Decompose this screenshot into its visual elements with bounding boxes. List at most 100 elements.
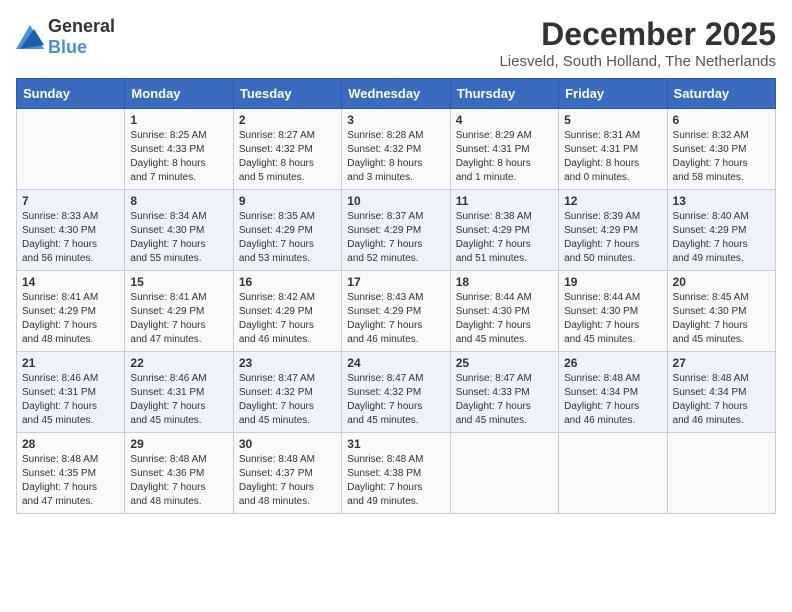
calendar-cell	[450, 433, 558, 514]
day-info: Sunrise: 8:35 AM Sunset: 4:29 PM Dayligh…	[239, 210, 336, 266]
day-number: 6	[673, 113, 770, 127]
day-info: Sunrise: 8:48 AM Sunset: 4:36 PM Dayligh…	[130, 453, 227, 509]
day-number: 25	[456, 356, 553, 370]
day-info: Sunrise: 8:44 AM Sunset: 4:30 PM Dayligh…	[564, 291, 661, 347]
day-number: 7	[22, 194, 119, 208]
calendar-cell: 8 Sunrise: 8:34 AM Sunset: 4:30 PM Daylig…	[125, 190, 233, 271]
calendar-cell: 13 Sunrise: 8:40 AM Sunset: 4:29 PM Dayli…	[667, 190, 775, 271]
calendar-cell: 10 Sunrise: 8:37 AM Sunset: 4:29 PM Dayli…	[342, 190, 450, 271]
calendar-cell: 1 Sunrise: 8:25 AM Sunset: 4:33 PM Daylig…	[125, 109, 233, 190]
day-info: Sunrise: 8:45 AM Sunset: 4:30 PM Dayligh…	[673, 291, 770, 347]
calendar-cell: 14 Sunrise: 8:41 AM Sunset: 4:29 PM Dayli…	[17, 271, 125, 352]
calendar-cell	[17, 109, 125, 190]
header-wednesday: Wednesday	[342, 79, 450, 109]
calendar-cell: 28Sunrise: 8:48 AM Sunset: 4:35 PM Dayli…	[17, 433, 125, 514]
calendar-cell: 5Sunrise: 8:31 AM Sunset: 4:31 PM Daylig…	[559, 109, 667, 190]
calendar-cell	[667, 433, 775, 514]
day-info: Sunrise: 8:25 AM Sunset: 4:33 PM Dayligh…	[130, 129, 227, 185]
calendar-cell: 11 Sunrise: 8:38 AM Sunset: 4:29 PM Dayli…	[450, 190, 558, 271]
day-info: Sunrise: 8:31 AM Sunset: 4:31 PM Dayligh…	[564, 129, 661, 185]
day-number: 29	[130, 437, 227, 451]
header-tuesday: Tuesday	[233, 79, 341, 109]
day-number: 18	[456, 275, 553, 289]
calendar-cell: 24Sunrise: 8:47 AM Sunset: 4:32 PM Dayli…	[342, 352, 450, 433]
calendar-cell: 7 Sunrise: 8:33 AM Sunset: 4:30 PM Daylig…	[17, 190, 125, 271]
calendar-cell: 4 Sunrise: 8:29 AM Sunset: 4:31 PM Daylig…	[450, 109, 558, 190]
day-info: Sunrise: 8:48 AM Sunset: 4:34 PM Dayligh…	[673, 372, 770, 428]
title-area: December 2025 Liesveld, South Holland, T…	[499, 16, 776, 70]
day-info: Sunrise: 8:48 AM Sunset: 4:35 PM Dayligh…	[22, 453, 119, 509]
location-title: Liesveld, South Holland, The Netherlands	[499, 53, 776, 70]
day-number: 19	[564, 275, 661, 289]
header-monday: Monday	[125, 79, 233, 109]
day-info: Sunrise: 8:48 AM Sunset: 4:34 PM Dayligh…	[564, 372, 661, 428]
calendar-cell: 20 Sunrise: 8:45 AM Sunset: 4:30 PM Dayli…	[667, 271, 775, 352]
day-info: Sunrise: 8:43 AM Sunset: 4:29 PM Dayligh…	[347, 291, 444, 347]
day-number: 27	[673, 356, 770, 370]
day-number: 14	[22, 275, 119, 289]
header-sunday: Sunday	[17, 79, 125, 109]
week-row-3: 14 Sunrise: 8:41 AM Sunset: 4:29 PM Dayli…	[17, 271, 776, 352]
day-number: 15	[130, 275, 227, 289]
day-number: 23	[239, 356, 336, 370]
logo-icon	[16, 25, 44, 49]
day-number: 22	[130, 356, 227, 370]
day-info: Sunrise: 8:38 AM Sunset: 4:29 PM Dayligh…	[456, 210, 553, 266]
day-info: Sunrise: 8:42 AM Sunset: 4:29 PM Dayligh…	[239, 291, 336, 347]
header: General Blue December 2025 Liesveld, Sou…	[16, 16, 776, 70]
day-number: 20	[673, 275, 770, 289]
calendar-cell: 19 Sunrise: 8:44 AM Sunset: 4:30 PM Dayli…	[559, 271, 667, 352]
day-number: 1	[130, 113, 227, 127]
day-number: 24	[347, 356, 444, 370]
calendar-cell: 21Sunrise: 8:46 AM Sunset: 4:31 PM Dayli…	[17, 352, 125, 433]
day-info: Sunrise: 8:44 AM Sunset: 4:30 PM Dayligh…	[456, 291, 553, 347]
calendar-header-row: SundayMondayTuesdayWednesdayThursdayFrid…	[17, 79, 776, 109]
day-info: Sunrise: 8:33 AM Sunset: 4:30 PM Dayligh…	[22, 210, 119, 266]
day-number: 31	[347, 437, 444, 451]
calendar-cell: 6 Sunrise: 8:32 AM Sunset: 4:30 PM Daylig…	[667, 109, 775, 190]
day-number: 2	[239, 113, 336, 127]
day-info: Sunrise: 8:27 AM Sunset: 4:32 PM Dayligh…	[239, 129, 336, 185]
week-row-4: 21Sunrise: 8:46 AM Sunset: 4:31 PM Dayli…	[17, 352, 776, 433]
day-number: 17	[347, 275, 444, 289]
week-row-5: 28Sunrise: 8:48 AM Sunset: 4:35 PM Dayli…	[17, 433, 776, 514]
header-saturday: Saturday	[667, 79, 775, 109]
month-title: December 2025	[499, 16, 776, 53]
day-info: Sunrise: 8:32 AM Sunset: 4:30 PM Dayligh…	[673, 129, 770, 185]
day-info: Sunrise: 8:28 AM Sunset: 4:32 PM Dayligh…	[347, 129, 444, 185]
calendar-cell: 30Sunrise: 8:48 AM Sunset: 4:37 PM Dayli…	[233, 433, 341, 514]
day-info: Sunrise: 8:34 AM Sunset: 4:30 PM Dayligh…	[130, 210, 227, 266]
calendar-table: SundayMondayTuesdayWednesdayThursdayFrid…	[16, 78, 776, 514]
logo-general: General	[48, 16, 115, 36]
header-friday: Friday	[559, 79, 667, 109]
day-number: 11	[456, 194, 553, 208]
day-number: 10	[347, 194, 444, 208]
day-info: Sunrise: 8:48 AM Sunset: 4:38 PM Dayligh…	[347, 453, 444, 509]
day-info: Sunrise: 8:40 AM Sunset: 4:29 PM Dayligh…	[673, 210, 770, 266]
day-info: Sunrise: 8:41 AM Sunset: 4:29 PM Dayligh…	[22, 291, 119, 347]
calendar-cell: 3Sunrise: 8:28 AM Sunset: 4:32 PM Daylig…	[342, 109, 450, 190]
calendar-cell: 15 Sunrise: 8:41 AM Sunset: 4:29 PM Dayli…	[125, 271, 233, 352]
day-number: 4	[456, 113, 553, 127]
calendar-cell: 22 Sunrise: 8:46 AM Sunset: 4:31 PM Dayli…	[125, 352, 233, 433]
calendar-cell: 12Sunrise: 8:39 AM Sunset: 4:29 PM Dayli…	[559, 190, 667, 271]
week-row-1: 1 Sunrise: 8:25 AM Sunset: 4:33 PM Daylig…	[17, 109, 776, 190]
calendar-body: 1 Sunrise: 8:25 AM Sunset: 4:33 PM Daylig…	[17, 109, 776, 514]
calendar-cell: 31 Sunrise: 8:48 AM Sunset: 4:38 PM Dayli…	[342, 433, 450, 514]
calendar-cell: 9Sunrise: 8:35 AM Sunset: 4:29 PM Daylig…	[233, 190, 341, 271]
day-info: Sunrise: 8:29 AM Sunset: 4:31 PM Dayligh…	[456, 129, 553, 185]
day-info: Sunrise: 8:41 AM Sunset: 4:29 PM Dayligh…	[130, 291, 227, 347]
day-number: 16	[239, 275, 336, 289]
day-info: Sunrise: 8:46 AM Sunset: 4:31 PM Dayligh…	[130, 372, 227, 428]
calendar-cell: 17 Sunrise: 8:43 AM Sunset: 4:29 PM Dayli…	[342, 271, 450, 352]
logo-blue: Blue	[48, 37, 87, 57]
calendar-cell: 26Sunrise: 8:48 AM Sunset: 4:34 PM Dayli…	[559, 352, 667, 433]
day-number: 8	[130, 194, 227, 208]
calendar-cell: 29 Sunrise: 8:48 AM Sunset: 4:36 PM Dayli…	[125, 433, 233, 514]
day-info: Sunrise: 8:37 AM Sunset: 4:29 PM Dayligh…	[347, 210, 444, 266]
day-info: Sunrise: 8:46 AM Sunset: 4:31 PM Dayligh…	[22, 372, 119, 428]
day-number: 13	[673, 194, 770, 208]
calendar-cell: 18 Sunrise: 8:44 AM Sunset: 4:30 PM Dayli…	[450, 271, 558, 352]
logo: General Blue	[16, 16, 115, 58]
calendar-cell: 25Sunrise: 8:47 AM Sunset: 4:33 PM Dayli…	[450, 352, 558, 433]
